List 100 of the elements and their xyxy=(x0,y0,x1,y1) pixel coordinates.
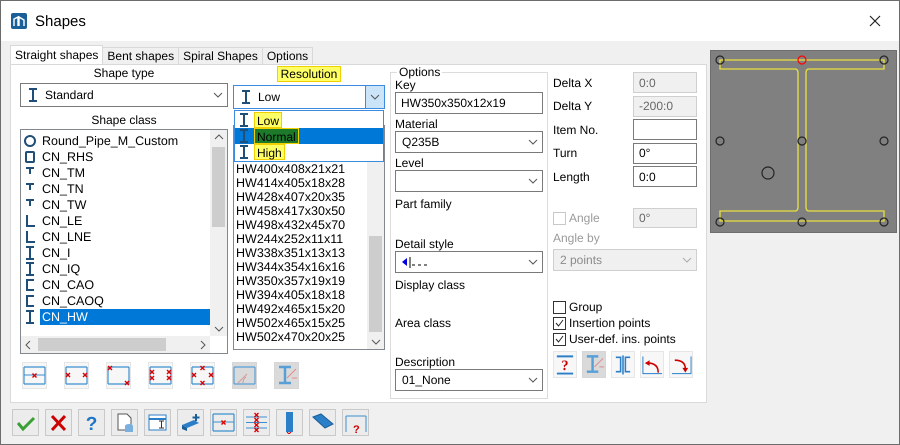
scrollbar[interactable] xyxy=(210,130,227,336)
number-field[interactable]: 0° xyxy=(633,142,697,164)
tab[interactable]: Spiral Shapes xyxy=(178,47,263,64)
profile-icon xyxy=(24,246,36,260)
detail-style-dropdown[interactable] xyxy=(395,251,543,273)
list-item[interactable]: HW400x408x21x21 xyxy=(234,162,367,176)
level-dropdown[interactable] xyxy=(395,170,543,192)
list-item[interactable]: CN_I xyxy=(40,245,72,261)
field-label: Turn xyxy=(553,146,578,160)
field-label: Detail style xyxy=(395,237,455,251)
description-dropdown[interactable]: 01_None xyxy=(395,369,543,391)
profile-icon xyxy=(24,150,36,164)
list-item[interactable]: HW338x351x13x13 xyxy=(234,246,367,260)
list-item[interactable]: CN_TN xyxy=(40,181,86,197)
list-item[interactable]: HW502x465x15x25 xyxy=(234,316,367,330)
shape-type-dropdown[interactable]: Standard xyxy=(20,83,228,107)
list-item[interactable]: HW492x465x15x20 xyxy=(234,302,367,316)
checkbox-label: Insertion points xyxy=(569,316,650,330)
list-item[interactable]: CN_HW xyxy=(40,309,210,325)
list-item[interactable]: HW344x354x16x16 xyxy=(234,260,367,274)
edges-icon xyxy=(149,364,172,387)
list-item[interactable]: HW414x405x18x28 xyxy=(234,176,367,190)
checkbox-label: User-def. ins. points xyxy=(569,332,676,346)
chevron-down-icon xyxy=(528,377,538,383)
toolbar-button[interactable] xyxy=(111,409,138,436)
insertion-point-button[interactable] xyxy=(22,362,47,389)
field-label: Resolution xyxy=(276,66,342,82)
tab[interactable]: Straight shapes xyxy=(10,45,104,64)
list-item[interactable]: CN_LE xyxy=(40,213,84,229)
dropdown-option[interactable]: Normal xyxy=(235,128,383,144)
checkbox[interactable] xyxy=(553,316,566,330)
list-item[interactable]: HW350x357x19x19 xyxy=(234,274,367,288)
list-item[interactable]: CN_TW xyxy=(40,197,88,213)
list-item[interactable]: CN_CAO xyxy=(40,277,96,293)
group-title: Options xyxy=(397,65,442,79)
list-item[interactable]: Round_Pipe_M_Custom xyxy=(40,133,180,149)
profile-icon xyxy=(27,88,39,102)
profile-icon xyxy=(24,134,36,148)
field-label: Key xyxy=(395,78,416,92)
window-title: Shapes xyxy=(35,12,87,30)
number-field[interactable] xyxy=(633,119,697,140)
list-item[interactable]: CN_RHS xyxy=(40,149,96,165)
list-item[interactable]: HW244x252x11x11 xyxy=(234,232,367,246)
material-dropdown[interactable]: Q235B xyxy=(395,131,543,153)
list-item[interactable]: HW498x432x45x70 xyxy=(234,218,367,232)
stack-icon xyxy=(245,411,268,434)
profile-icon xyxy=(24,294,36,308)
sides-icon xyxy=(65,364,88,387)
insertion-point-button[interactable] xyxy=(106,362,131,389)
tab[interactable]: Options xyxy=(262,47,314,64)
checkbox[interactable] xyxy=(553,300,566,314)
list-item[interactable]: CN_TM xyxy=(40,165,88,181)
list-item[interactable]: CN_LNE xyxy=(40,229,94,245)
app-logo-icon xyxy=(11,13,27,29)
toolbar-button[interactable] xyxy=(177,409,204,436)
profile-icon xyxy=(238,129,250,143)
field-label: Level xyxy=(395,156,425,170)
checkbox-label: Angle xyxy=(569,211,600,226)
list-item[interactable]: HW458x417x30x50 xyxy=(234,204,367,218)
tool-button[interactable] xyxy=(669,351,693,378)
profile-icon xyxy=(24,230,36,244)
toolbar-button[interactable] xyxy=(144,409,171,436)
field-label: Length xyxy=(553,170,590,184)
center-icon xyxy=(23,364,46,387)
profile-icon xyxy=(240,90,252,104)
field-label: Shape type xyxy=(94,66,154,80)
list-item[interactable]: HW394x405x18x18 xyxy=(234,288,367,302)
chevron-down-icon xyxy=(370,94,380,100)
profile-icon xyxy=(24,214,36,228)
list-item[interactable]: CN_CAOQ xyxy=(40,293,106,309)
profile-icon xyxy=(24,310,36,324)
field-label: Part family xyxy=(395,197,453,211)
field-label: Angle by xyxy=(553,231,601,245)
checkbox[interactable] xyxy=(553,332,566,346)
toolbar-button[interactable] xyxy=(309,409,336,436)
tab[interactable]: Bent shapes xyxy=(102,47,180,64)
all-icon xyxy=(191,364,214,387)
checkbox-label: Group xyxy=(569,300,602,314)
field-label: Item No. xyxy=(553,122,598,137)
number-field[interactable]: 0:0 xyxy=(633,166,697,188)
tool-button[interactable] xyxy=(611,351,635,378)
close-icon[interactable] xyxy=(869,15,881,27)
angle-icon xyxy=(233,364,256,387)
scrollbar[interactable] xyxy=(21,336,210,353)
profile-icon xyxy=(238,113,250,127)
field-label: Material xyxy=(395,117,439,131)
corners-icon xyxy=(107,364,130,387)
list-item[interactable]: HW502x470x20x25 xyxy=(234,330,367,344)
field-label: Delta X xyxy=(553,76,592,90)
insertion-point-button[interactable] xyxy=(148,362,173,389)
field-label: Description xyxy=(395,355,456,369)
insertion-point-button[interactable] xyxy=(190,362,215,389)
profile-icon xyxy=(238,145,250,159)
tool-button[interactable] xyxy=(640,351,664,378)
list-item[interactable]: HW428x407x20x35 xyxy=(234,190,367,204)
list-item[interactable]: CN_IQ xyxy=(40,261,82,277)
key-field[interactable]: HW350x350x12x19 xyxy=(395,92,543,114)
field-label: Area class xyxy=(395,316,452,330)
insertion-point-button[interactable] xyxy=(64,362,89,389)
chevron-down-icon xyxy=(682,257,692,263)
